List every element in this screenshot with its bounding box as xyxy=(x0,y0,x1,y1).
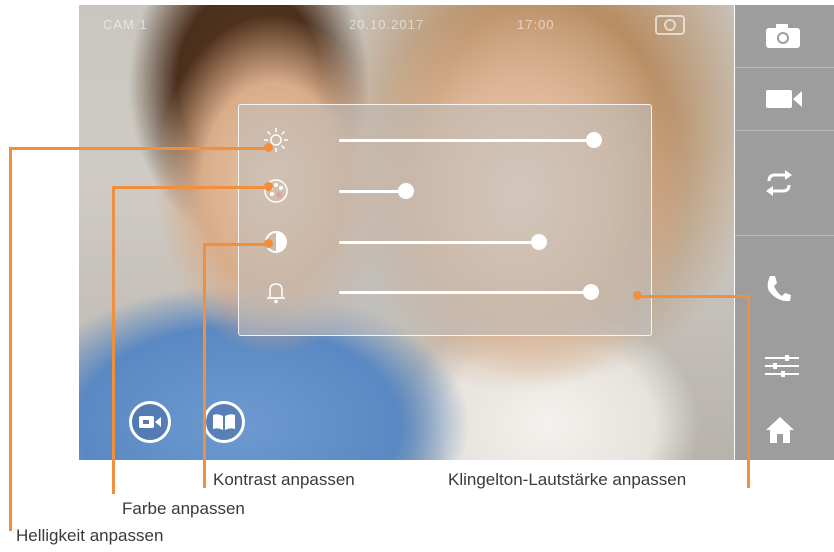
date-display: 20.10.2017 xyxy=(349,17,425,32)
book-button[interactable] xyxy=(203,401,245,443)
brightness-slider-thumb[interactable] xyxy=(586,132,602,148)
color-slider-track[interactable] xyxy=(339,190,406,193)
video-playback-button[interactable] xyxy=(129,401,171,443)
volume-slider-thumb[interactable] xyxy=(583,284,599,300)
brightness-slider-track[interactable] xyxy=(339,139,594,142)
settings-icon xyxy=(765,355,799,377)
volume-slider-track[interactable] xyxy=(339,291,591,294)
slider-row-brightness xyxy=(239,125,651,155)
contrast-slider-track[interactable] xyxy=(339,241,539,244)
callout-label-color: Farbe anpassen xyxy=(122,499,245,518)
status-bar: CAM 1 20.10.2017 17:00 xyxy=(79,5,734,43)
switch-icon xyxy=(766,170,792,196)
switch-button[interactable] xyxy=(735,131,834,236)
camera-name: CAM 1 xyxy=(103,17,148,32)
callout-label-contrast: Kontrast anpassen xyxy=(213,470,355,489)
color-slider-thumb[interactable] xyxy=(398,183,414,199)
phone-icon xyxy=(767,276,791,302)
video-playback-icon xyxy=(139,416,161,428)
video-button[interactable] xyxy=(735,68,834,131)
callout-label-brightness: Helligkeit anpassen xyxy=(16,526,164,545)
video-camera-icon xyxy=(766,90,802,108)
slider-row-volume xyxy=(239,277,651,307)
time-display: 17:00 xyxy=(517,17,555,32)
photo-button[interactable] xyxy=(735,5,834,68)
book-icon xyxy=(213,414,235,430)
home-icon xyxy=(766,417,794,443)
contrast-slider-thumb[interactable] xyxy=(531,234,547,250)
slider-row-color xyxy=(239,176,651,206)
bell-icon xyxy=(267,283,285,304)
slider-row-contrast xyxy=(239,227,651,257)
photo-camera-icon xyxy=(766,24,800,48)
image-settings-panel xyxy=(238,104,652,336)
camera-outline-icon[interactable] xyxy=(654,13,686,35)
callout-label-volume: Klingelton-Lautstärke anpassen xyxy=(448,470,687,489)
